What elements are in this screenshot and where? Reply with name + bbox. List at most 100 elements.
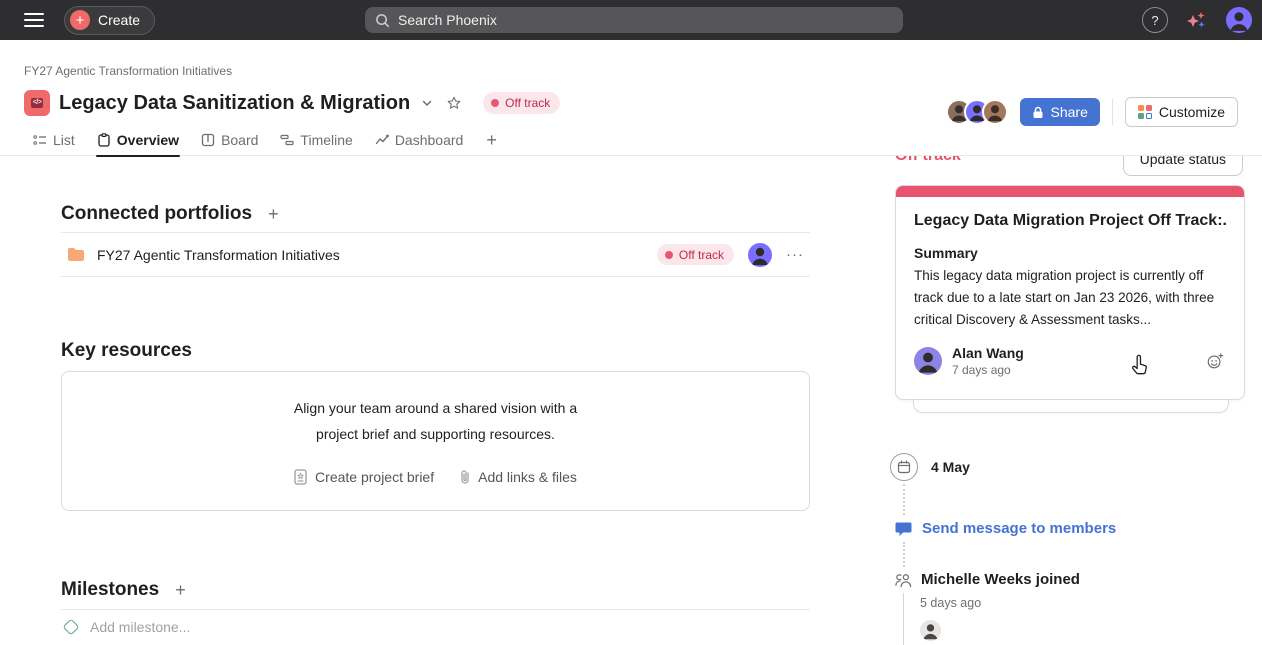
search-input[interactable]: Search Phoenix [365, 7, 903, 33]
portfolio-row[interactable]: FY27 Agentic Transformation Initiatives … [61, 232, 810, 277]
timeline-date-label: 4 May [931, 459, 970, 475]
code-icon: </> [31, 98, 44, 108]
joined-event-row: Michelle Weeks joined [895, 571, 1080, 589]
page-title: Legacy Data Sanitization & Migration [59, 92, 410, 115]
ai-sparkles-icon[interactable] [1184, 7, 1210, 33]
status-dot [665, 251, 673, 259]
smiley-plus-icon [1206, 352, 1224, 370]
portfolio-name: FY27 Agentic Transformation Initiatives [97, 247, 340, 263]
status-panel-heading: Off track [895, 156, 961, 165]
app-window: + Create Search Phoenix ? FY27 A [0, 0, 1262, 645]
title-dropdown-chevron[interactable] [419, 95, 435, 111]
joined-event-title: Michelle Weeks joined [921, 571, 1080, 588]
global-topbar: + Create Search Phoenix ? [0, 0, 1262, 40]
timeline-icon [280, 133, 294, 147]
status-summary-label: Summary [914, 245, 1226, 261]
add-tab-button[interactable]: + [476, 130, 507, 151]
divider [1112, 99, 1113, 125]
tab-dashboard[interactable]: Dashboard [366, 125, 473, 156]
menu-icon[interactable] [16, 6, 52, 34]
send-message-label: Send message to members [922, 520, 1116, 537]
plus-icon: + [70, 10, 90, 30]
status-badge[interactable]: Off track [483, 92, 560, 114]
key-resources-heading: Key resources [61, 340, 192, 362]
status-card-stripe [896, 186, 1244, 197]
status-badge-label: Off track [505, 96, 550, 110]
key-resources-description-line2: project brief and supporting resources. [316, 423, 555, 445]
portfolio-status-label: Off track [679, 248, 724, 262]
add-portfolio-button[interactable]: + [266, 203, 281, 225]
key-resources-card: Align your team around a shared vision w… [61, 371, 810, 511]
member-facepile[interactable] [946, 99, 1008, 125]
user-avatar[interactable] [1226, 7, 1252, 33]
dashboard-icon [375, 133, 389, 147]
favorite-star-button[interactable] [444, 93, 464, 113]
help-icon: ? [1151, 13, 1158, 28]
portfolio-owner-avatar [748, 243, 772, 267]
portfolio-status-badge: Off track [657, 244, 734, 265]
view-tabs: List Overview Board Timeline [0, 125, 1262, 156]
tab-timeline[interactable]: Timeline [271, 125, 361, 156]
add-milestone-button[interactable]: + [173, 579, 188, 601]
list-icon [33, 133, 47, 147]
overview-content: Connected portfolios + FY27 Agentic Tran… [0, 156, 1262, 645]
chevron-down-icon [421, 97, 433, 109]
star-icon [446, 95, 462, 111]
share-button[interactable]: Share [1020, 98, 1100, 126]
member-avatar[interactable] [982, 99, 1008, 125]
create-project-brief-button[interactable]: Create project brief [294, 469, 434, 485]
timeline-line [903, 593, 904, 645]
topbar-right: ? [1142, 0, 1252, 40]
status-card-title: Legacy Data Migration Project Off Track:… [914, 212, 1226, 230]
search-icon [375, 13, 390, 28]
milestone-diamond-icon [63, 619, 80, 636]
members-icon [895, 572, 912, 589]
project-icon: </> [24, 90, 50, 116]
update-status-button[interactable]: Update status [1123, 156, 1243, 176]
customize-button-label: Customize [1159, 104, 1225, 120]
tab-label: Board [221, 132, 258, 148]
stacked-card-edge [913, 400, 1229, 413]
tab-label: Overview [117, 132, 179, 148]
board-icon [201, 133, 215, 147]
tab-overview[interactable]: Overview [88, 125, 188, 156]
tab-board[interactable]: Board [192, 125, 267, 156]
tab-label: Dashboard [395, 132, 464, 148]
timeline-connector [903, 542, 905, 567]
add-milestone-row[interactable]: Add milestone... [61, 610, 810, 644]
share-button-label: Share [1051, 104, 1088, 120]
author-name: Alan Wang [952, 345, 1024, 361]
overview-left-column: Connected portfolios + FY27 Agentic Tran… [61, 156, 810, 644]
add-links-files-label: Add links & files [478, 469, 577, 485]
search-placeholder: Search Phoenix [398, 12, 497, 28]
status-timestamp: 7 days ago [952, 363, 1024, 377]
portfolio-more-button[interactable]: ··· [786, 246, 804, 263]
milestones-heading: Milestones [61, 579, 159, 601]
timeline-connector [903, 484, 905, 515]
chat-bubble-icon [895, 521, 912, 537]
status-update-card[interactable]: Legacy Data Migration Project Off Track:… [895, 185, 1245, 400]
breadcrumb[interactable]: FY27 Agentic Transformation Initiatives [24, 64, 232, 78]
send-message-button[interactable]: Send message to members [895, 520, 1116, 537]
joined-member-avatar [920, 620, 941, 641]
status-summary-text: This legacy data migration project is cu… [914, 265, 1226, 331]
tab-label: Timeline [300, 132, 352, 148]
document-icon [294, 469, 307, 485]
add-links-files-button[interactable]: Add links & files [460, 469, 577, 485]
status-dot [491, 99, 499, 107]
help-button[interactable]: ? [1142, 7, 1168, 33]
add-reaction-button[interactable] [1204, 350, 1226, 372]
add-milestone-placeholder: Add milestone... [90, 619, 190, 635]
create-button[interactable]: + Create [64, 6, 155, 35]
joined-event-time: 5 days ago [920, 596, 981, 610]
customize-grid-icon [1138, 105, 1152, 119]
author-avatar [914, 347, 942, 375]
tab-label: List [53, 132, 75, 148]
project-header: FY27 Agentic Transformation Initiatives … [0, 40, 1262, 156]
paperclip-icon [460, 469, 470, 485]
timeline-date-row: 4 May [890, 453, 970, 481]
tab-list[interactable]: List [24, 125, 84, 156]
lock-icon [1032, 106, 1044, 119]
customize-button[interactable]: Customize [1125, 97, 1238, 127]
connected-portfolios-heading: Connected portfolios [61, 203, 252, 225]
